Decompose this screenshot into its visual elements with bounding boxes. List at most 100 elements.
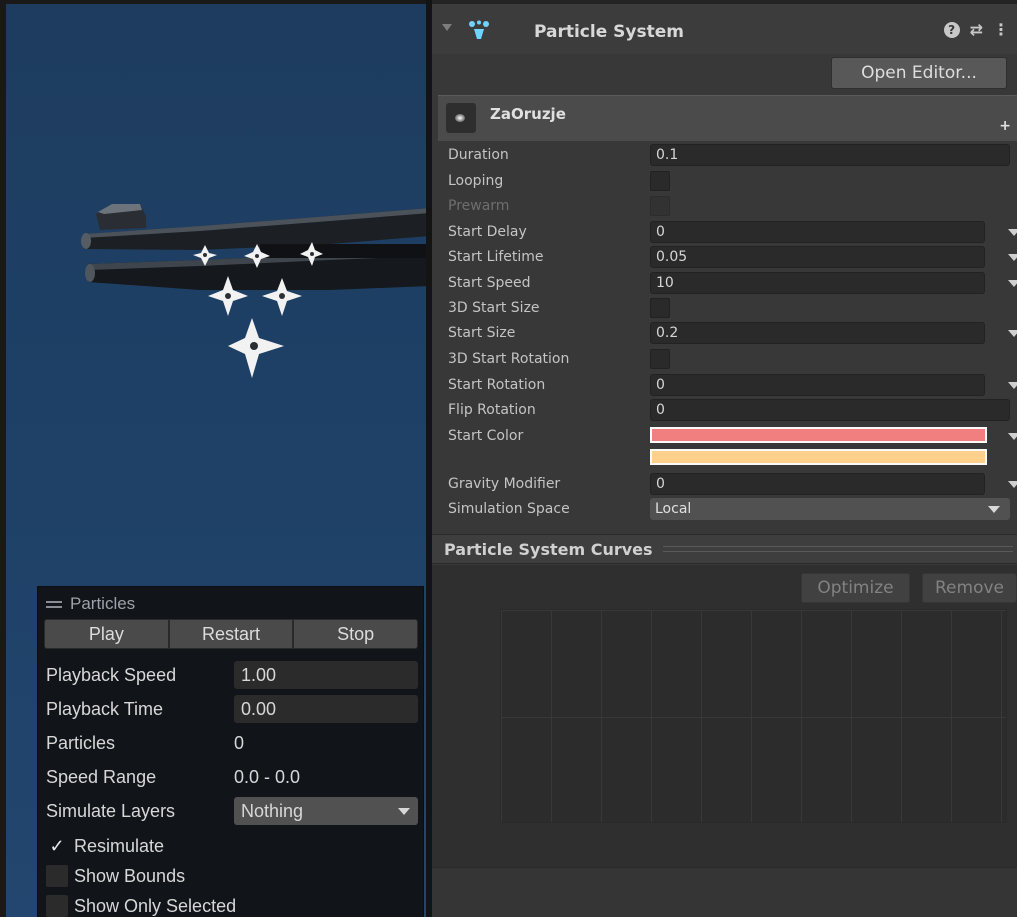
chevron-down-icon <box>988 505 1000 513</box>
show-only-selected-toggle[interactable]: Show Only Selected <box>46 893 236 917</box>
overlay-title[interactable]: Particles <box>46 593 135 615</box>
curves-presets-bar <box>432 867 1017 917</box>
optimize-button[interactable]: Optimize <box>801 573 910 603</box>
simulate-layers-label: Simulate Layers <box>46 800 176 821</box>
start-rotation-3d-label: 3D Start Rotation <box>448 351 570 367</box>
start-delay-row: Start Delay 0 <box>448 220 1017 244</box>
duration-field[interactable]: 0.1 <box>650 144 1010 166</box>
show-bounds-checkbox[interactable] <box>46 865 68 887</box>
start-size-field[interactable]: 0.2 <box>650 322 985 344</box>
start-rotation-row: Start Rotation 0 <box>448 373 1017 397</box>
start-delay-mode-dropdown-icon[interactable] <box>1008 228 1017 236</box>
simulation-space-value: Local <box>655 501 692 517</box>
particle-thumbnail <box>446 103 476 133</box>
looping-checkbox[interactable] <box>650 171 670 191</box>
help-icon[interactable]: ? <box>943 21 960 38</box>
inspector-panel: Particle System ? ⇄ ⋮ Open Editor... ZaO… <box>432 0 1017 917</box>
gravity-modifier-field[interactable]: 0 <box>650 473 985 495</box>
start-rotation-3d-row: 3D Start Rotation <box>448 347 1017 371</box>
simulate-layers-value: Nothing <box>241 800 304 821</box>
particles-count-label: Particles <box>46 732 116 753</box>
component-header-icons: ? ⇄ ⋮ <box>943 20 1009 39</box>
looping-row: Looping <box>448 169 1017 193</box>
add-icon[interactable]: + <box>999 118 1011 134</box>
open-editor-button[interactable]: Open Editor... <box>831 57 1007 89</box>
particles-overlay: Particles Play Restart Stop Playback Spe… <box>37 586 424 917</box>
start-speed-mode-dropdown-icon[interactable] <box>1008 279 1017 287</box>
simulation-space-row: Simulation Space Local <box>448 497 1017 521</box>
component-header[interactable]: Particle System ? ⇄ ⋮ <box>432 4 1017 54</box>
show-bounds-label: Show Bounds <box>74 865 186 886</box>
speed-range-value: 0.0 - 0.0 <box>234 766 301 787</box>
main-module-header[interactable]: ZaOruzje + <box>438 95 1017 141</box>
start-delay-label: Start Delay <box>448 224 527 240</box>
start-size-mode-dropdown-icon[interactable] <box>1008 329 1017 337</box>
duration-row: Duration 0.1 <box>448 143 1017 167</box>
start-rotation-3d-checkbox[interactable] <box>650 349 670 369</box>
particles-count-row: Particles 0 <box>46 729 418 757</box>
gravity-modifier-mode-dropdown-icon[interactable] <box>1008 480 1017 488</box>
particle-system-icon <box>469 20 489 39</box>
start-speed-field[interactable]: 10 <box>650 272 985 294</box>
start-rotation-field[interactable]: 0 <box>650 374 985 396</box>
presets-icon[interactable]: ⇄ <box>970 20 983 39</box>
start-color-label: Start Color <box>448 428 524 444</box>
start-lifetime-field[interactable]: 0.05 <box>650 246 985 268</box>
playback-time-field[interactable]: 0.00 <box>234 695 418 723</box>
overlay-title-label: Particles <box>70 594 136 613</box>
remove-button[interactable]: Remove <box>922 573 1017 603</box>
curves-panel: Optimize Remove <box>432 565 1017 917</box>
start-delay-field[interactable]: 0 <box>650 221 985 243</box>
speed-range-label: Speed Range <box>46 766 157 787</box>
start-size-3d-checkbox[interactable] <box>650 298 670 318</box>
resimulate-toggle[interactable]: ✓ Resimulate <box>46 833 164 859</box>
simulation-space-dropdown[interactable]: Local <box>650 498 1010 520</box>
playback-speed-label: Playback Speed <box>46 664 177 685</box>
playback-controls: Play Restart Stop <box>44 619 419 649</box>
play-button[interactable]: Play <box>44 619 169 649</box>
stop-button[interactable]: Stop <box>293 619 419 649</box>
curve-editor-grid[interactable] <box>500 609 1007 823</box>
simulation-space-label: Simulation Space <box>448 501 570 517</box>
kebab-menu-icon[interactable]: ⋮ <box>993 20 1009 39</box>
flip-rotation-field[interactable]: 0 <box>650 399 1010 421</box>
start-lifetime-mode-dropdown-icon[interactable] <box>1008 253 1017 261</box>
start-color-swatch-a[interactable] <box>650 427 987 443</box>
restart-button[interactable]: Restart <box>168 619 294 649</box>
show-only-selected-checkbox[interactable] <box>46 895 68 917</box>
curves-header[interactable]: Particle System Curves <box>432 534 1017 564</box>
start-lifetime-label: Start Lifetime <box>448 249 544 265</box>
looping-label: Looping <box>448 173 504 189</box>
foldout-arrow-icon[interactable] <box>442 24 452 31</box>
particles-count-value: 0 <box>234 732 245 753</box>
playback-speed-field[interactable]: 1.00 <box>234 661 418 689</box>
gravity-modifier-label: Gravity Modifier <box>448 476 561 492</box>
start-size-3d-row: 3D Start Size <box>448 296 1017 320</box>
playback-time-label: Playback Time <box>46 698 164 719</box>
prewarm-checkbox <box>650 196 670 216</box>
resimulate-label: Resimulate <box>74 835 165 856</box>
prewarm-row: Prewarm <box>448 194 1017 218</box>
scene-view[interactable]: Particles Play Restart Stop Playback Spe… <box>0 0 430 917</box>
drag-handle-icon[interactable] <box>46 598 62 611</box>
simulate-layers-dropdown[interactable]: Nothing <box>234 797 418 825</box>
playback-time-row: Playback Time 0.00 <box>46 695 418 723</box>
chevron-down-icon <box>398 807 410 815</box>
start-color-mode-dropdown-icon[interactable] <box>1008 433 1017 440</box>
start-size-3d-label: 3D Start Size <box>448 300 540 316</box>
start-size-row: Start Size 0.2 <box>448 321 1017 345</box>
duration-label: Duration <box>448 147 509 163</box>
checkmark-icon[interactable]: ✓ <box>46 835 68 857</box>
start-color-swatch-b[interactable] <box>650 449 987 465</box>
flip-rotation-row: Flip Rotation 0 <box>448 398 1017 422</box>
shuriken-particles <box>193 242 323 378</box>
start-speed-label: Start Speed <box>448 275 531 291</box>
start-rotation-mode-dropdown-icon[interactable] <box>1008 381 1017 389</box>
particle-system-name: ZaOruzje <box>490 105 566 123</box>
start-lifetime-row: Start Lifetime 0.05 <box>448 245 1017 269</box>
flip-rotation-label: Flip Rotation <box>448 402 536 418</box>
gravity-modifier-row: Gravity Modifier 0 <box>448 472 1017 496</box>
start-size-label: Start Size <box>448 325 516 341</box>
start-rotation-label: Start Rotation <box>448 377 546 393</box>
show-bounds-toggle[interactable]: Show Bounds <box>46 863 185 889</box>
